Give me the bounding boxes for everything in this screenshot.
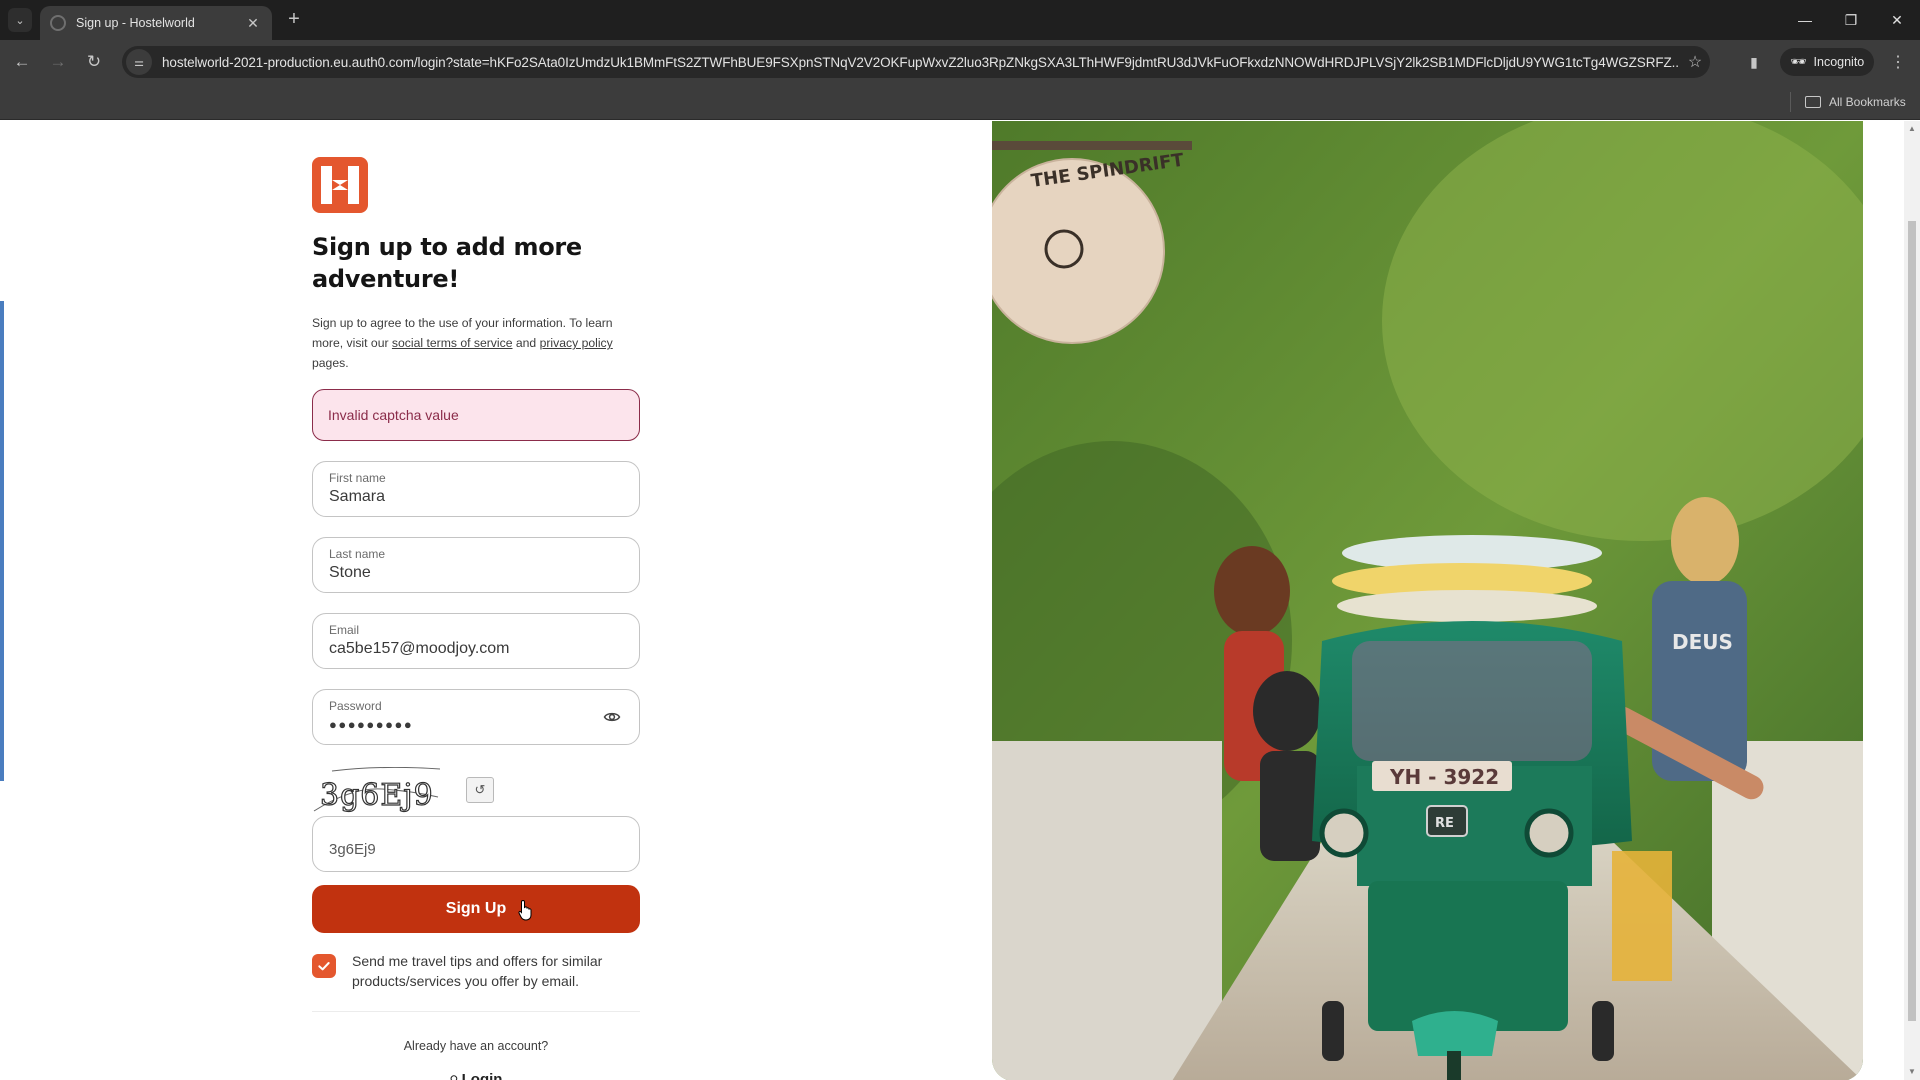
hero-photo: THE SPINDRIFT DEUS YH - 3922 RE [992,121,1863,1080]
tab-title: Sign up - Hostelworld [76,16,195,30]
sign-bar [992,141,1192,150]
scroll-down-arrow[interactable]: ▼ [1904,1064,1920,1080]
badge-text: RE [1435,816,1454,831]
error-alert: Invalid captcha value [312,389,640,441]
refresh-icon: ↺ [474,782,486,797]
incognito-indicator[interactable]: 🕶 Incognito [1780,48,1874,76]
all-bookmarks-label: All Bookmarks [1829,95,1906,109]
address-bar[interactable]: ⚌ hostelworld-2021-production.eu.auth0.c… [122,46,1710,78]
marketing-consent: Send me travel tips and offers for simil… [312,951,640,991]
browser-menu-button[interactable]: ⋮ [1886,48,1910,76]
shirt-text: DEUS [1672,630,1733,654]
back-button[interactable]: ← [8,48,36,76]
incognito-icon: 🕶 [1790,54,1807,69]
tune-icon: ⚌ [134,56,144,69]
show-password-toggle[interactable] [603,708,621,726]
first-name-field[interactable]: First name Samara [312,461,640,517]
bookmarks-separator [1790,92,1791,112]
plus-icon: + [288,8,300,30]
tab-strip: ⌄ Sign up - Hostelworld ✕ + — ❐ ✕ [0,0,1920,40]
password-field[interactable]: Password ●●●●●●●●● [312,689,640,745]
reload-button[interactable]: ↻ [80,48,108,76]
first-name-label: First name [329,471,386,485]
restore-button[interactable]: ❐ [1828,0,1874,40]
bookmark-star-button[interactable]: ☆ [1680,52,1710,72]
restore-icon: ❐ [1844,11,1858,28]
desc-text-2: and [512,336,540,350]
captcha-input[interactable]: 3g6Ej9 [312,816,640,872]
desc-text-3: pages. [312,356,349,370]
plate-text: YH - 3922 [1389,765,1499,789]
marketing-consent-checkbox[interactable] [312,954,336,978]
error-message: Invalid captcha value [328,407,459,423]
reload-icon: ↻ [86,52,102,71]
browser-toolbar: ← → ↻ ⚌ hostelworld-2021-production.eu.a… [0,40,1920,84]
sign-up-label: Sign Up [445,900,507,917]
tab-search-button[interactable]: ⌄ [8,8,32,32]
captcha-refresh-button[interactable]: ↺ [466,777,494,803]
checkmark-icon [318,962,330,971]
user-icon: ⚲ [449,1073,462,1080]
sign-up-button[interactable]: Sign Up [312,885,640,933]
spindrift-sign [992,158,1165,344]
forward-button[interactable]: → [44,48,72,76]
bookmarks-bar: All Bookmarks [0,84,1920,120]
kebab-menu-icon: ⋮ [1890,54,1906,71]
last-name-label: Last name [329,547,386,561]
already-have-account-text: Already have an account? [403,1039,549,1053]
login-label: Login [461,1071,503,1080]
globe-icon [50,15,66,31]
minimize-icon: — [1798,12,1812,28]
close-icon: ✕ [1891,11,1903,28]
email-field[interactable]: Email ca5be157@moodjoy.com [312,613,640,669]
all-bookmarks-button[interactable]: All Bookmarks [1805,92,1906,112]
email-label: Email [329,623,360,637]
last-name-field[interactable]: Last name Stone [312,537,640,593]
minimize-button[interactable]: — [1782,0,1828,40]
tab-active[interactable]: Sign up - Hostelworld ✕ [40,6,272,40]
consent-text: Send me travel tips and offers for simil… [352,953,603,989]
logo-mark-icon [321,166,359,204]
scroll-thumb[interactable] [1908,221,1916,1021]
close-tab-button[interactable]: ✕ [244,15,262,32]
chevron-down-icon: ⌄ [15,14,25,27]
url-text[interactable]: hostelworld-2021-production.eu.auth0.com… [162,55,1680,70]
arrow-left-icon: ← [13,52,31,71]
hostelworld-logo[interactable] [312,157,368,213]
hand-cursor-icon [518,899,532,921]
password-label: Password [329,699,382,713]
side-panel-button[interactable]: ▮ [1744,52,1764,72]
terms-description: Sign up to agree to the use of your info… [312,313,640,373]
scroll-up-arrow[interactable]: ▲ [1904,121,1920,137]
page-title: Sign up to add more adventure! [312,233,582,293]
captcha-text: 3g6Ej9 [320,778,434,813]
divider [312,1011,640,1012]
password-value[interactable]: ●●●●●●●●● [329,717,413,732]
star-icon: ☆ [1687,54,1703,71]
close-window-button[interactable]: ✕ [1874,0,1920,40]
first-name-value[interactable]: Samara [329,488,385,506]
login-link[interactable]: ⚲ Login [312,1071,640,1080]
page-scrollbar[interactable]: ▲ ▼ [1904,121,1920,1080]
side-panel-icon: ▮ [1750,53,1758,70]
privacy-policy-link[interactable]: privacy policy [540,336,613,350]
email-value[interactable]: ca5be157@moodjoy.com [329,640,510,658]
left-accent-bar [0,301,4,781]
hero-illustration: THE SPINDRIFT DEUS YH - 3922 RE [992,121,1863,1080]
social-terms-link[interactable]: social terms of service [392,336,513,350]
site-info-button[interactable]: ⚌ [126,49,152,75]
captcha-image: 3g6Ej9 [312,766,448,817]
captcha-value[interactable]: 3g6Ej9 [329,841,376,858]
arrow-right-icon: → [49,52,67,71]
folder-icon [1805,96,1821,108]
incognito-label: Incognito [1813,55,1865,69]
eye-icon [603,712,621,722]
last-name-value[interactable]: Stone [329,564,371,582]
page-content: Sign up to add more adventure! Sign up t… [0,121,1904,1080]
new-tab-button[interactable]: + [282,8,306,32]
